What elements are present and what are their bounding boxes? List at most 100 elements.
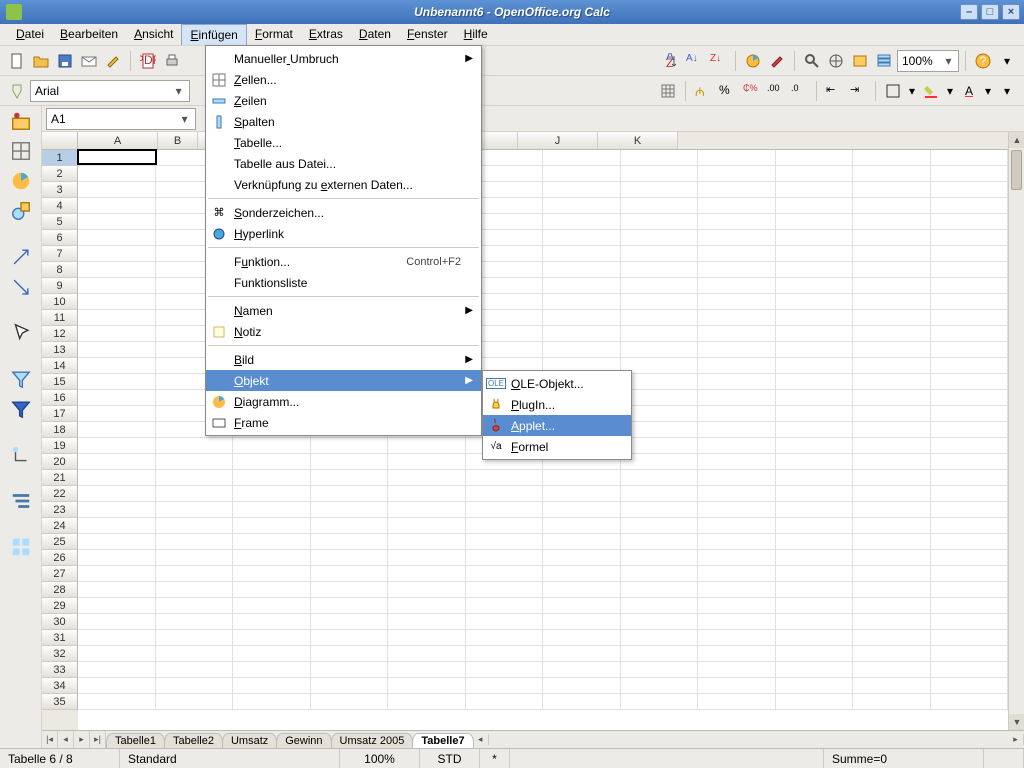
sheet-tab[interactable]: Tabelle2: [164, 733, 223, 748]
email-button[interactable]: [78, 50, 100, 72]
cell-address-box[interactable]: ▾: [46, 108, 196, 130]
menu-datei[interactable]: Datei: [8, 24, 52, 45]
menu-item[interactable]: Tabelle...: [206, 132, 481, 153]
row-header[interactable]: 19: [42, 438, 78, 454]
row-header[interactable]: 11: [42, 310, 78, 326]
grid-row[interactable]: [78, 630, 1008, 646]
grid-row[interactable]: [78, 598, 1008, 614]
column-header-J[interactable]: J: [518, 132, 598, 149]
row-header[interactable]: 1: [42, 150, 78, 166]
row-header[interactable]: 8: [42, 262, 78, 278]
column-header-A[interactable]: A: [78, 132, 158, 149]
row-header[interactable]: 12: [42, 326, 78, 342]
column-header-B[interactable]: B: [158, 132, 198, 149]
grid-toggle-button[interactable]: [657, 80, 679, 102]
remove-decimal-button[interactable]: .0: [788, 80, 810, 102]
scroll-thumb[interactable]: [1011, 150, 1022, 190]
menu-item[interactable]: Namen▶: [206, 300, 481, 321]
close-button[interactable]: ×: [1002, 4, 1020, 20]
grid-row[interactable]: [78, 486, 1008, 502]
grid-row[interactable]: [78, 502, 1008, 518]
font-name-input[interactable]: [35, 84, 172, 98]
status-mode[interactable]: STD: [420, 749, 480, 768]
insert-toolbar-icon[interactable]: [10, 110, 32, 132]
rows-header[interactable]: 1234567891011121314151617181920212223242…: [42, 150, 78, 730]
row-header[interactable]: 22: [42, 486, 78, 502]
borders-dropdown[interactable]: ▾: [906, 80, 918, 102]
row-header[interactable]: 20: [42, 454, 78, 470]
insert-menu-dropdown[interactable]: Manueller Umbruch▶Zellen...ZeilenSpalten…: [205, 45, 482, 436]
menu-item[interactable]: Spalten: [206, 111, 481, 132]
row-header[interactable]: 6: [42, 230, 78, 246]
sheet-tab[interactable]: Umsatz 2005: [331, 733, 414, 748]
row-header[interactable]: 16: [42, 390, 78, 406]
datasources-button[interactable]: [873, 50, 895, 72]
grid-row[interactable]: [78, 662, 1008, 678]
zoom-combo[interactable]: ▾: [897, 50, 959, 72]
select-all-corner[interactable]: [42, 132, 78, 150]
row-header[interactable]: 21: [42, 470, 78, 486]
row-header[interactable]: 33: [42, 662, 78, 678]
maximize-button[interactable]: □: [981, 4, 999, 20]
grid-row[interactable]: [78, 470, 1008, 486]
grid-row[interactable]: [78, 646, 1008, 662]
toolbar-options-button[interactable]: ▾: [996, 50, 1018, 72]
trace-precedents-icon[interactable]: [10, 246, 32, 268]
grid-row[interactable]: [78, 550, 1008, 566]
outline-icon[interactable]: [10, 490, 32, 512]
sort-button[interactable]: AZ: [659, 50, 681, 72]
menu-format[interactable]: Format: [247, 24, 301, 45]
help-button[interactable]: ?: [972, 50, 994, 72]
tab-nav-prev[interactable]: ◂: [58, 731, 74, 748]
chart-button[interactable]: [742, 50, 764, 72]
sort-asc-button[interactable]: A↓: [683, 50, 705, 72]
tab-nav-next[interactable]: ▸: [74, 731, 90, 748]
menu-hilfe[interactable]: Hilfe: [456, 24, 496, 45]
standardfilter-icon[interactable]: [10, 398, 32, 420]
menu-fenster[interactable]: Fenster: [399, 24, 456, 45]
menu-item[interactable]: Bild▶: [206, 349, 481, 370]
row-header[interactable]: 30: [42, 614, 78, 630]
navigator-button[interactable]: [825, 50, 847, 72]
add-decimal-button[interactable]: .00: [764, 80, 786, 102]
hscroll-left[interactable]: ◂: [473, 734, 489, 745]
row-header[interactable]: 14: [42, 358, 78, 374]
status-sum[interactable]: Summe=0: [824, 749, 984, 768]
row-header[interactable]: 17: [42, 406, 78, 422]
menu-item[interactable]: √aFormel: [483, 436, 631, 457]
menu-einfügen[interactable]: Einfügen: [181, 24, 246, 45]
row-header[interactable]: 27: [42, 566, 78, 582]
print-button[interactable]: [161, 50, 183, 72]
row-header[interactable]: 32: [42, 646, 78, 662]
row-header[interactable]: 24: [42, 518, 78, 534]
row-header[interactable]: 7: [42, 246, 78, 262]
menu-extras[interactable]: Extras: [301, 24, 351, 45]
number-std-button[interactable]: ₵%: [740, 80, 762, 102]
minimize-button[interactable]: –: [960, 4, 978, 20]
gallery-button[interactable]: [849, 50, 871, 72]
grid-row[interactable]: [78, 614, 1008, 630]
sort-desc-button[interactable]: Z↓: [707, 50, 729, 72]
row-header[interactable]: 13: [42, 342, 78, 358]
sheet-tab[interactable]: Gewinn: [276, 733, 331, 748]
increase-indent-button[interactable]: ⇥: [847, 80, 869, 102]
menu-item[interactable]: Hyperlink: [206, 223, 481, 244]
menu-bearbeiten[interactable]: Bearbeiten: [52, 24, 126, 45]
menu-item[interactable]: Manueller Umbruch▶: [206, 48, 481, 69]
row-header[interactable]: 3: [42, 182, 78, 198]
hscroll-right[interactable]: ▸: [1008, 734, 1024, 745]
pointer-icon[interactable]: [10, 322, 32, 344]
drawing-button[interactable]: [766, 50, 788, 72]
grid-row[interactable]: [78, 566, 1008, 582]
fontcolor-dropdown[interactable]: ▾: [982, 80, 994, 102]
bgcolor-button[interactable]: [920, 80, 942, 102]
row-header[interactable]: 9: [42, 278, 78, 294]
bgcolor-dropdown[interactable]: ▾: [944, 80, 956, 102]
trace-dependents-icon[interactable]: [10, 276, 32, 298]
group-icon[interactable]: [10, 444, 32, 466]
chart-sidebar-icon[interactable]: [10, 170, 32, 192]
row-header[interactable]: 18: [42, 422, 78, 438]
menu-item[interactable]: Tabelle aus Datei...: [206, 153, 481, 174]
status-zoom[interactable]: 100%: [340, 749, 420, 768]
show-draw-icon[interactable]: [10, 200, 32, 222]
